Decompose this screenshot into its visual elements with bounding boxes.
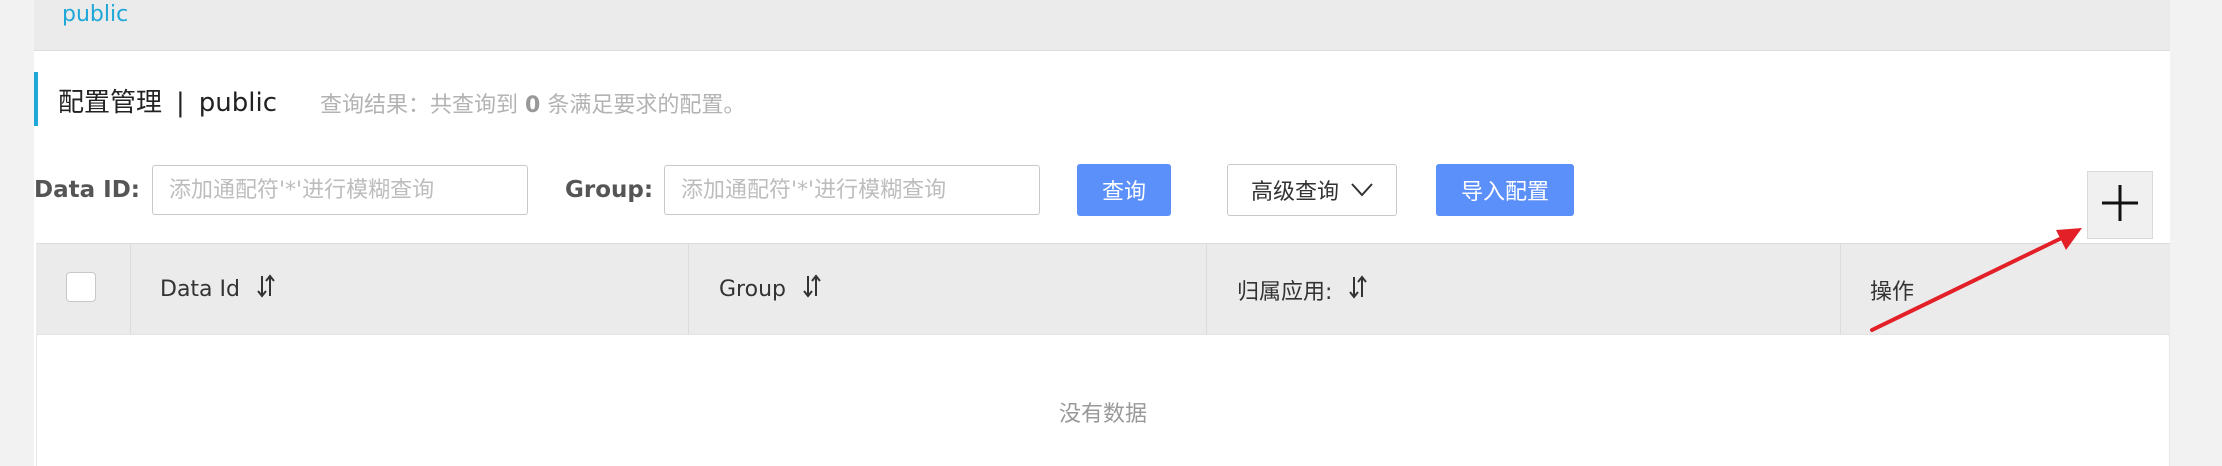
sort-icon[interactable] (802, 274, 822, 304)
column-header-app[interactable]: 归属应用: (1237, 274, 1368, 306)
table-body: 没有数据 (36, 335, 2170, 466)
page-title-text: 配置管理 (58, 88, 163, 118)
column-divider (130, 244, 131, 336)
column-label: Group (719, 276, 786, 302)
column-divider (1206, 244, 1207, 336)
annotation-arrow (1870, 228, 2082, 332)
query-button[interactable]: 查询 (1077, 164, 1171, 216)
title-accent-bar (34, 72, 38, 126)
advanced-query-label: 高级查询 (1250, 180, 1339, 205)
sort-icon[interactable] (1348, 275, 1368, 305)
column-header-data-id[interactable]: Data Id (160, 274, 276, 304)
config-panel: public 配置管理 | public 查询结果：共查询到 0 条满足要求的配置。… (34, 0, 2170, 466)
result-prefix: 查询结果：共查询到 (320, 93, 519, 118)
page-title-namespace: public (198, 88, 278, 118)
data-id-label: Data ID: (34, 177, 140, 203)
query-result-summary: 查询结果：共查询到 0 条满足要求的配置。 (320, 87, 745, 119)
data-id-input[interactable] (152, 165, 528, 215)
column-header-group[interactable]: Group (719, 274, 822, 304)
advanced-query-button[interactable]: 高级查询 (1227, 164, 1397, 216)
page-title: 配置管理 | public (58, 82, 277, 119)
title-separator: | (176, 88, 185, 118)
result-suffix: 条满足要求的配置。 (547, 93, 746, 118)
result-count: 0 (525, 93, 541, 118)
group-input[interactable] (664, 165, 1040, 215)
page-scrollbar[interactable] (2194, 0, 2218, 466)
group-label: Group: (565, 177, 654, 203)
plus-icon (2100, 183, 2140, 227)
table-header: Data Id Group 归属应用: 操作 (36, 243, 2170, 336)
column-divider (1840, 244, 1841, 336)
column-label: 归属应用: (1237, 280, 1333, 305)
column-divider (688, 244, 689, 336)
import-config-button[interactable]: 导入配置 (1436, 164, 1574, 216)
namespace-bar: public (34, 0, 2170, 51)
empty-state-text: 没有数据 (1058, 402, 1147, 427)
column-label: Data Id (160, 276, 240, 302)
select-all-checkbox[interactable] (66, 272, 96, 302)
namespace-tab-public[interactable]: public (62, 2, 128, 27)
chevron-down-icon (1351, 178, 1373, 203)
sort-icon[interactable] (256, 274, 276, 304)
